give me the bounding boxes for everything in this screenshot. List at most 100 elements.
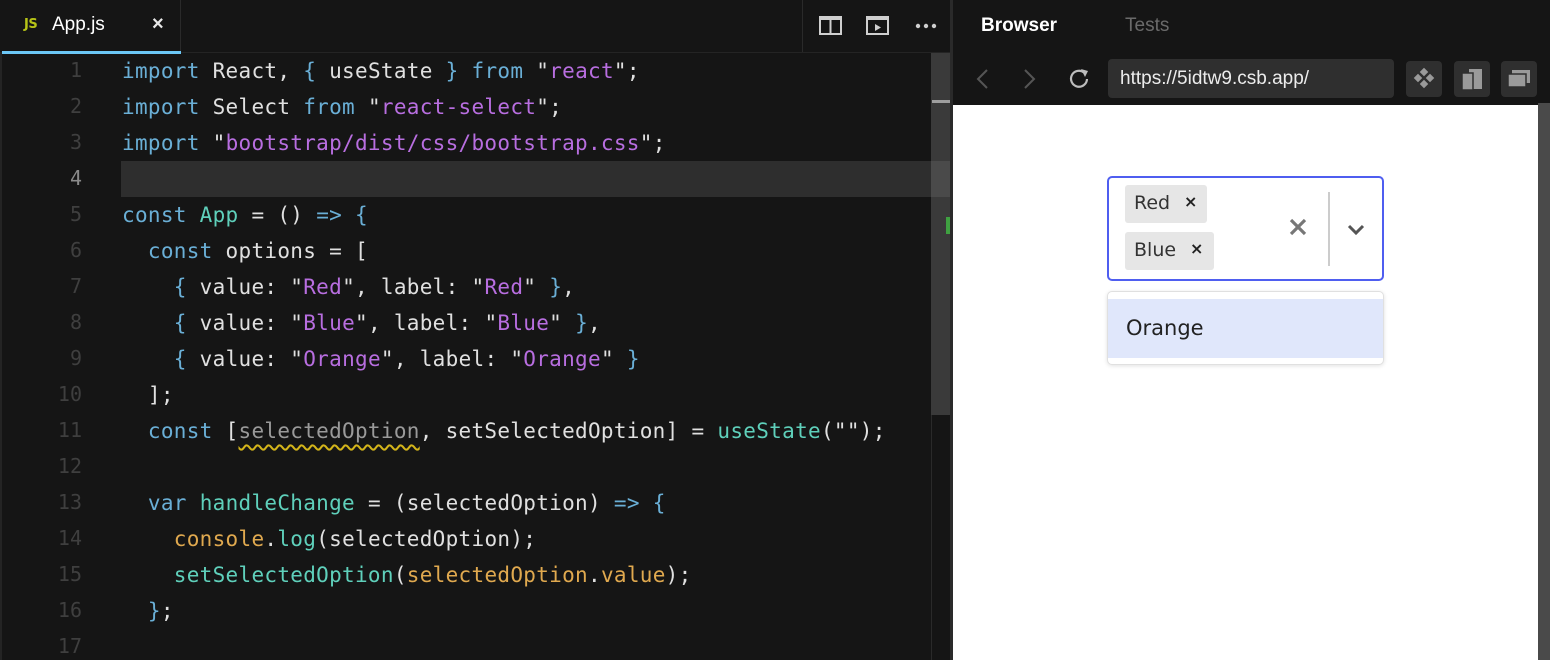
code-token: = (): [238, 203, 317, 227]
editor-actions: [802, 0, 950, 52]
code-token: ("");: [820, 419, 886, 443]
close-tab-icon[interactable]: ×: [152, 13, 164, 36]
tab-app-js[interactable]: JS App.js ×: [2, 0, 181, 54]
forward-icon[interactable]: [1015, 64, 1043, 94]
code-token: const: [147, 419, 213, 443]
code-token: {: [303, 59, 317, 83]
code-token: selectedOption: [406, 563, 588, 587]
code-token: }: [549, 275, 563, 299]
tab-browser[interactable]: Browser: [981, 15, 1057, 37]
remove-chip-icon[interactable]: ×: [1184, 192, 1197, 211]
code-area[interactable]: 1 2 3 4 5 6 7 8 9 10 11 12 13 14 15 16 17 import React, {…: [0, 53, 950, 660]
back-icon[interactable]: [969, 64, 997, 94]
code-token: Select: [199, 95, 304, 119]
code-token: ": [355, 95, 381, 119]
code-line: };: [122, 593, 174, 629]
code-token: setSelectedOption: [173, 563, 394, 587]
preview-window-icon[interactable]: [1501, 61, 1537, 97]
code-token: (: [393, 563, 407, 587]
line-number: 8: [69, 310, 82, 334]
code-token: ": [523, 275, 550, 299]
devtools-icon[interactable]: [1406, 61, 1442, 97]
code-token: Blue: [497, 311, 550, 335]
code-token: {: [173, 275, 187, 299]
url-input[interactable]: [1108, 59, 1394, 98]
code-token: = (selectedOption): [355, 491, 614, 515]
code-token: ";: [536, 95, 563, 119]
code-line: { value: "Blue", label: "Blue" },: [122, 305, 601, 341]
line-number: 9: [69, 346, 82, 370]
editor-scrollbar[interactable]: [931, 53, 950, 415]
code-token: =>: [613, 491, 640, 515]
code-token: .: [587, 563, 601, 587]
code-token: .: [264, 527, 278, 551]
chevron-down-icon[interactable]: [1343, 216, 1369, 242]
code-token: {: [173, 347, 187, 371]
remove-chip-icon[interactable]: ×: [1190, 239, 1203, 258]
code-token: ];: [122, 383, 174, 407]
code-token: ": [536, 59, 550, 83]
code-token: );: [665, 563, 692, 587]
line-number: 6: [69, 238, 82, 262]
code-line: { value: "Orange", label: "Orange" }: [122, 341, 640, 377]
line-number: 5: [69, 202, 82, 226]
clear-all-icon[interactable]: [1285, 214, 1311, 240]
code-token: =>: [316, 203, 343, 227]
code-token: react: [549, 59, 614, 83]
code-token: options = [: [212, 239, 368, 263]
code-token: ": [199, 131, 226, 155]
code-token: console: [173, 527, 265, 551]
code-token: value: [600, 563, 666, 587]
scrollbar-current-line-marker: [931, 161, 950, 197]
code-line: import Select from "react-select";: [122, 89, 562, 125]
code-editor: JS App.js × 1 2 3 4 5 6 7 8 9 10 11 12 13 14 15 16 17 imp…: [0, 0, 950, 660]
code-token: }: [147, 599, 161, 623]
line-number: 3: [69, 130, 82, 154]
code-token: useState: [717, 419, 821, 443]
scrollbar-track-edge: [931, 415, 932, 660]
more-actions-icon[interactable]: [913, 14, 939, 38]
option-orange[interactable]: Orange: [1108, 299, 1383, 358]
code-token: {: [173, 311, 187, 335]
code-token: }: [626, 347, 640, 371]
open-new-window-icon[interactable]: [1454, 61, 1490, 97]
code-token: }: [445, 59, 459, 83]
refresh-icon[interactable]: [1065, 64, 1093, 94]
code-line: import React, { useState } from "react";: [122, 53, 640, 89]
code-line: const options = [: [122, 233, 368, 269]
split-editor-icon[interactable]: [818, 14, 844, 38]
line-number: 13: [57, 490, 82, 514]
code-token: value: ": [186, 347, 304, 371]
editor-tab-bar: JS App.js ×: [0, 0, 950, 54]
code-token: Orange: [303, 347, 381, 371]
viewport-scrollbar[interactable]: [1538, 103, 1550, 660]
tab-tests[interactable]: Tests: [1125, 15, 1169, 37]
code-token: var: [147, 491, 187, 515]
code-token: import: [122, 131, 200, 155]
selected-chip-red: Red ×: [1125, 185, 1207, 223]
selected-chip-blue: Blue ×: [1125, 232, 1214, 270]
code-token: selectedOption: [238, 419, 420, 443]
code-token: {: [355, 203, 368, 227]
line-number: 11: [57, 418, 82, 442]
code-line: var handleChange = (selectedOption) => {: [122, 485, 666, 521]
multi-select-control[interactable]: Red × Blue ×: [1107, 176, 1384, 281]
code-token: import: [122, 59, 200, 83]
code-token: value: ": [186, 275, 304, 299]
open-preview-icon[interactable]: [865, 14, 891, 38]
browser-viewport: Red × Blue × Orange: [953, 105, 1538, 660]
code-token: log: [277, 527, 317, 551]
code-token: value: ": [186, 311, 304, 335]
line-number: 10: [57, 382, 82, 406]
line-number: 17: [57, 634, 82, 658]
code-token: useState: [316, 59, 446, 83]
select-menu: Orange: [1107, 291, 1384, 365]
